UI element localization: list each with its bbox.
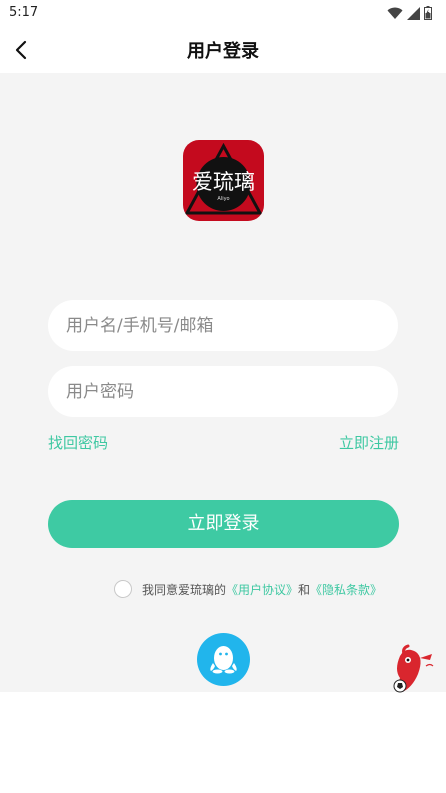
qq-penguin-icon [210, 646, 237, 674]
status-icons [387, 6, 432, 20]
status-bar: 5:17 [0, 0, 446, 26]
username-input[interactable] [48, 300, 398, 351]
wifi-icon [387, 7, 403, 19]
app-logo: 爱琉璃 Aliyo [183, 140, 264, 221]
mascot-float[interactable] [386, 644, 438, 696]
agreement-prefix: 我同意爱琉璃的 [142, 582, 227, 597]
page-title: 用户登录 [187, 41, 259, 62]
mascot-icon [393, 644, 434, 693]
qq-login-button[interactable] [197, 633, 250, 686]
logo-subtext: Aliyo [217, 196, 229, 202]
privacy-policy-link[interactable]: 《隐私条款》 [310, 581, 382, 598]
user-agreement-link[interactable]: 《用户协议》 [226, 581, 298, 598]
status-time: 5:17 [9, 5, 39, 20]
forgot-password-link[interactable]: 找回密码 [48, 432, 108, 453]
register-link[interactable]: 立即注册 [339, 432, 399, 453]
login-panel: 爱琉璃 Aliyo 找回密码 立即注册 立即登录 我同意爱琉璃的 《用户协议》 … [0, 73, 446, 693]
app-logo-graphic: 爱琉璃 Aliyo [184, 142, 263, 215]
login-button[interactable]: 立即登录 [48, 500, 399, 548]
nav-bar: 用户登录 [0, 26, 446, 73]
agreement-row: 我同意爱琉璃的 《用户协议》 和 《隐私条款》 [114, 580, 382, 598]
agreement-checkbox[interactable] [114, 580, 132, 598]
logo-text: 爱琉璃 [192, 170, 255, 194]
signal-icon [407, 6, 420, 20]
password-input[interactable] [48, 366, 398, 417]
battery-icon [424, 6, 432, 20]
agreement-and: 和 [298, 582, 311, 597]
